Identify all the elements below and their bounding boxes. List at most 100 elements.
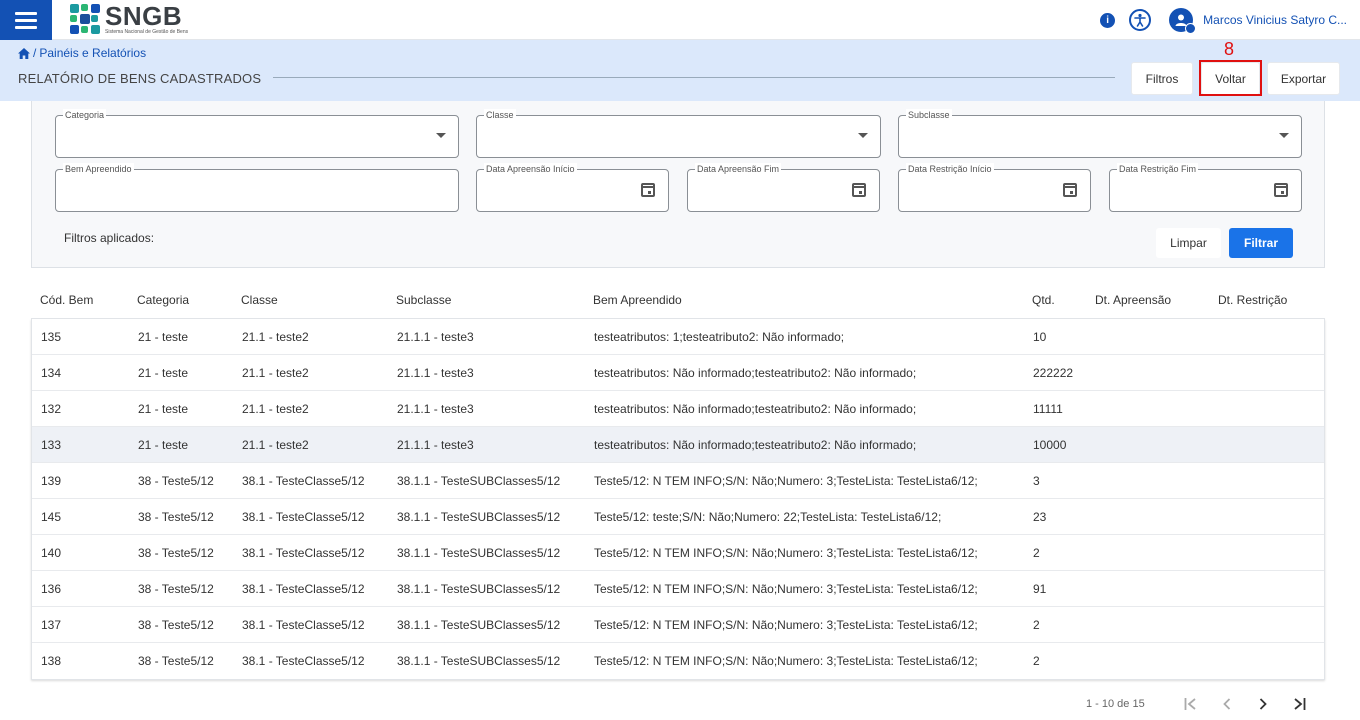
- table-row[interactable]: 145 38 - Teste5/12 38.1 - TesteClasse5/12 3…: [32, 499, 1324, 535]
- table-cell: 138: [41, 654, 62, 668]
- table-cell: 38 - Teste5/12: [138, 474, 214, 488]
- table-cell: 38.1.1 - TesteSUBClasses5/12: [397, 618, 561, 632]
- table-cell: 38.1.1 - TesteSUBClasses5/12: [397, 546, 561, 560]
- table-body: 135 21 - teste 21.1 - teste2 21.1.1 - teste…: [31, 319, 1325, 680]
- prev-page-icon[interactable]: [1209, 695, 1245, 713]
- breadcrumb-current[interactable]: Painéis e Relatórios: [39, 46, 146, 60]
- table-cell: testeatributos: Não informado;testeatrib…: [594, 438, 917, 452]
- categoria-label: Categoria: [63, 109, 107, 121]
- table-row[interactable]: 139 38 - Teste5/12 38.1 - TesteClasse5/12 3…: [32, 463, 1324, 499]
- table-row[interactable]: 140 38 - Teste5/12 38.1 - TesteClasse5/12 3…: [32, 535, 1324, 571]
- table-cell: Teste5/12: teste;S/N: Não;Numero: 22;Tes…: [594, 510, 942, 524]
- table-cell: 21.1.1 - teste3: [397, 438, 474, 452]
- first-page-icon[interactable]: [1173, 695, 1209, 713]
- column-header[interactable]: Dt. Apreensão: [1095, 293, 1171, 307]
- column-header[interactable]: Qtd.: [1032, 293, 1055, 307]
- dropdown-arrow-icon: [436, 133, 446, 138]
- data-apreensao-inicio-input[interactable]: Data Apreensão Início: [476, 163, 669, 212]
- table-cell: 38.1 - TesteClasse5/12: [242, 618, 365, 632]
- table-cell: 38.1.1 - TesteSUBClasses5/12: [397, 474, 561, 488]
- column-header[interactable]: Categoria: [137, 293, 189, 307]
- table-cell: 132: [41, 402, 62, 416]
- table-cell: 21.1 - teste2: [242, 330, 309, 344]
- table-header: Cód. Bem Categoria Classe Subclasse Bem …: [31, 283, 1325, 319]
- check-badge-icon: [1185, 23, 1197, 34]
- user-avatar-icon[interactable]: [1169, 8, 1197, 34]
- classe-label: Classe: [484, 109, 516, 121]
- table-cell: 222222: [1033, 366, 1074, 380]
- table-cell: 38 - Teste5/12: [138, 510, 214, 524]
- last-page-icon[interactable]: [1281, 695, 1317, 713]
- app-title: SNGB: [105, 1, 183, 31]
- page-title: RELATÓRIO DE BENS CADASTRADOS: [18, 71, 262, 86]
- table-row[interactable]: 133 21 - teste 21.1 - teste2 21.1.1 - teste…: [32, 427, 1324, 463]
- column-header[interactable]: Classe: [241, 293, 278, 307]
- subclasse-label: Subclasse: [906, 109, 952, 121]
- table-row[interactable]: 137 38 - Teste5/12 38.1 - TesteClasse5/12 3…: [32, 607, 1324, 643]
- data-restricao-inicio-label: Data Restrição Início: [906, 163, 994, 175]
- data-restricao-inicio-input[interactable]: Data Restrição Início: [898, 163, 1091, 212]
- table-cell: 21.1.1 - teste3: [397, 402, 474, 416]
- table-cell: 139: [41, 474, 62, 488]
- menu-line: [15, 25, 37, 29]
- next-page-icon[interactable]: [1245, 695, 1281, 713]
- page-header: / Painéis e Relatórios RELATÓRIO DE BENS…: [0, 40, 1360, 101]
- data-restricao-fim-label: Data Restrição Fim: [1117, 163, 1199, 175]
- info-icon[interactable]: i: [1100, 12, 1116, 28]
- table-cell: Teste5/12: N TEM INFO;S/N: Não;Numero: 3…: [594, 618, 978, 632]
- table-row[interactable]: 132 21 - teste 21.1 - teste2 21.1.1 - teste…: [32, 391, 1324, 427]
- table-row[interactable]: 135 21 - teste 21.1 - teste2 21.1.1 - teste…: [32, 319, 1324, 355]
- hamburger-menu-button[interactable]: [0, 0, 52, 40]
- table-cell: 10000: [1033, 438, 1067, 452]
- table-cell: 38.1 - TesteClasse5/12: [242, 474, 365, 488]
- calendar-icon[interactable]: [641, 183, 655, 197]
- table-cell: 38.1.1 - TesteSUBClasses5/12: [397, 654, 561, 668]
- table-cell: 2: [1033, 546, 1040, 560]
- table-cell: 38.1 - TesteClasse5/12: [242, 582, 365, 596]
- breadcrumb: / Painéis e Relatórios: [18, 46, 146, 60]
- table-cell: 134: [41, 366, 62, 380]
- table-cell: testeatributos: Não informado;testeatrib…: [594, 402, 917, 416]
- table-cell: 3: [1033, 474, 1040, 488]
- user-name[interactable]: Marcos Vinicius Satyro C...: [1203, 13, 1347, 27]
- data-apreensao-fim-label: Data Apreensão Fim: [695, 163, 782, 175]
- top-bar: SNGB Sistema Nacional de Gestão de Bens …: [0, 0, 1360, 40]
- table-cell: 38.1 - TesteClasse5/12: [242, 546, 365, 560]
- table-cell: 21 - teste: [138, 402, 189, 416]
- categoria-select[interactable]: Categoria: [55, 109, 459, 158]
- filtrar-button[interactable]: Filtrar: [1229, 228, 1293, 258]
- column-header[interactable]: Subclasse: [396, 293, 451, 307]
- table-cell: 133: [41, 438, 62, 452]
- table-cell: 21 - teste: [138, 366, 189, 380]
- table-row[interactable]: 136 38 - Teste5/12 38.1 - TesteClasse5/12 3…: [32, 571, 1324, 607]
- data-restricao-fim-input[interactable]: Data Restrição Fim: [1109, 163, 1302, 212]
- table-cell: 21.1.1 - teste3: [397, 330, 474, 344]
- column-header[interactable]: Dt. Restrição: [1218, 293, 1287, 307]
- accessibility-icon[interactable]: [1129, 9, 1152, 31]
- bem-apreendido-input[interactable]: Bem Apreendido: [55, 163, 459, 212]
- column-header[interactable]: Bem Apreendido: [593, 293, 682, 307]
- pagination-range: 1 - 10 de 15: [1086, 698, 1145, 710]
- calendar-icon[interactable]: [852, 183, 866, 197]
- menu-line: [15, 11, 37, 15]
- table-row[interactable]: 134 21 - teste 21.1 - teste2 21.1.1 - teste…: [32, 355, 1324, 391]
- calendar-icon[interactable]: [1274, 183, 1288, 197]
- logo-mark-icon: [69, 3, 101, 35]
- table-cell: 21.1 - teste2: [242, 438, 309, 452]
- subclasse-select[interactable]: Subclasse: [898, 109, 1302, 158]
- applied-filters-label: Filtros aplicados:: [64, 231, 155, 245]
- table-cell: 38 - Teste5/12: [138, 582, 214, 596]
- table-row[interactable]: 138 38 - Teste5/12 38.1 - TesteClasse5/12 3…: [32, 643, 1324, 679]
- filtros-button[interactable]: Filtros: [1131, 62, 1193, 95]
- exportar-button[interactable]: Exportar: [1267, 62, 1340, 95]
- home-icon[interactable]: [18, 47, 30, 59]
- classe-select[interactable]: Classe: [476, 109, 881, 158]
- bem-apreendido-label: Bem Apreendido: [63, 163, 134, 175]
- table-cell: 38 - Teste5/12: [138, 618, 214, 632]
- table-cell: 38.1 - TesteClasse5/12: [242, 654, 365, 668]
- calendar-icon[interactable]: [1063, 183, 1077, 197]
- app-logo[interactable]: SNGB Sistema Nacional de Gestão de Bens: [69, 3, 188, 37]
- limpar-button[interactable]: Limpar: [1156, 228, 1221, 258]
- column-header[interactable]: Cód. Bem: [40, 293, 93, 307]
- data-apreensao-fim-input[interactable]: Data Apreensão Fim: [687, 163, 880, 212]
